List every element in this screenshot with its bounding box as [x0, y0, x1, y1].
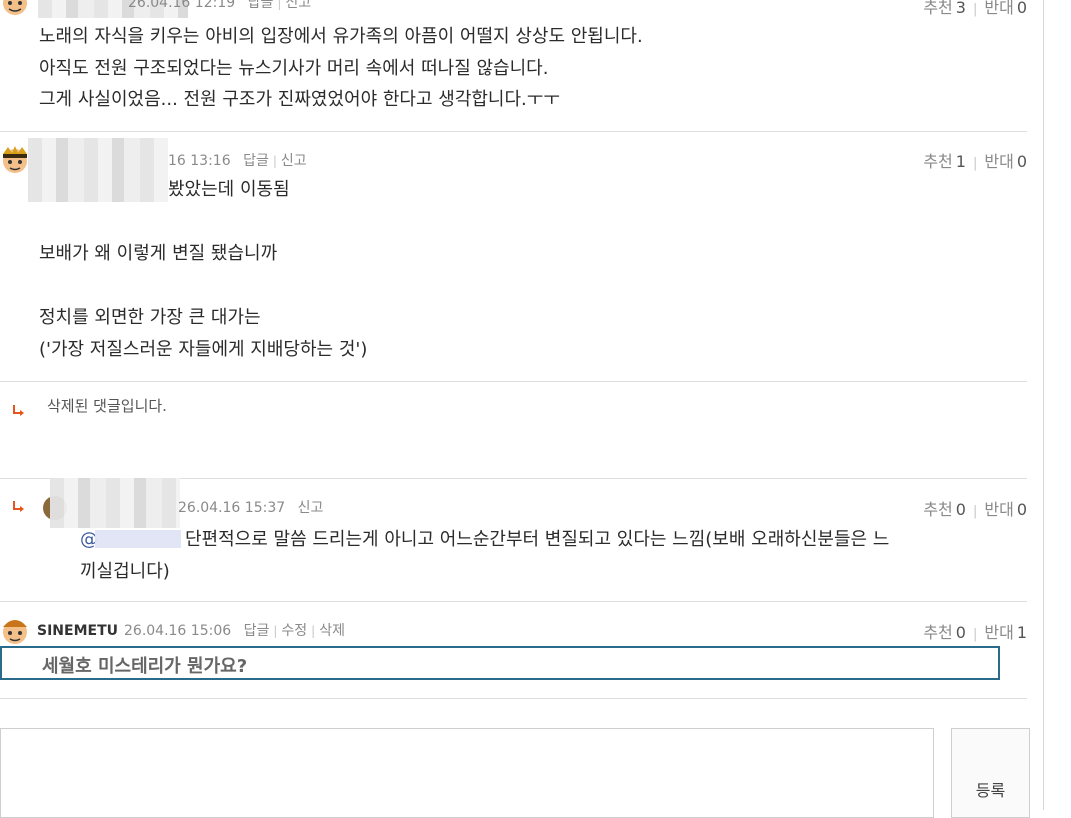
- comment-line: 끼실겁니다): [80, 561, 170, 582]
- comment-line: 아직도 전원 구조되었다는 뉴스기사가 머리 속에서 떠나질 않습니다.: [39, 57, 549, 79]
- upvote-button[interactable]: 추천 1: [923, 152, 966, 171]
- nickname[interactable]: SINEMETU: [37, 623, 118, 639]
- user-avatar-icon: [3, 146, 27, 173]
- vote-box: 추천 3 | 반대 0: [923, 0, 1027, 18]
- comment-divider: [0, 131, 1027, 132]
- comment-divider: [0, 381, 1027, 382]
- report-link[interactable]: 신고: [285, 0, 311, 11]
- downvote-button[interactable]: 반대 1: [984, 623, 1027, 642]
- comment-line: 정치를 외면한 가장 큰 대가는: [39, 307, 261, 328]
- report-link[interactable]: 신고: [298, 500, 324, 516]
- comment-divider: [0, 698, 1027, 699]
- upvote-button[interactable]: 추천 0: [923, 623, 966, 642]
- comment-date: 26.04.16 12:19: [128, 0, 236, 11]
- comment-body: 노래의 자식을 키우는 아비의 입장에서 유가족의 아픔이 어떨지 상상도 안됩…: [39, 21, 643, 116]
- upvote-label: 추천: [923, 500, 953, 519]
- separator: |: [972, 504, 978, 519]
- comment-meta: 26.04.16 15:37 신고: [178, 497, 323, 517]
- upvote-count: 3: [955, 0, 966, 17]
- upvote-count: 0: [955, 500, 966, 519]
- reply-link[interactable]: 답글: [243, 153, 269, 169]
- delete-link[interactable]: 삭제: [319, 623, 345, 639]
- upvote-label: 추천: [923, 152, 953, 171]
- comment-line: 그게 사실이었음... 전원 구조가 진짜였었어야 한다고 생각합니다.ㅜㅜ: [39, 89, 560, 110]
- separator: |: [272, 154, 277, 168]
- comment-text-highlighted: 세월호 미스테리가 뭔가요?: [0, 646, 1000, 680]
- comment-meta: 16 13:16 답글 | 신고: [168, 150, 307, 170]
- upvote-button[interactable]: 추천 0: [923, 500, 966, 519]
- upvote-count: 0: [955, 623, 966, 642]
- separator: |: [972, 156, 978, 171]
- report-link[interactable]: 신고: [281, 153, 307, 169]
- reply-arrow-icon: [13, 405, 24, 416]
- edit-link[interactable]: 수정: [281, 623, 307, 639]
- separator: |: [311, 624, 316, 638]
- downvote-label: 반대: [984, 500, 1014, 519]
- comment-line: 보배가 왜 이렇게 변질 됐습니까: [39, 243, 278, 264]
- downvote-label: 반대: [984, 623, 1014, 642]
- comment-write-textarea[interactable]: [0, 728, 934, 818]
- separator: |: [273, 624, 278, 638]
- downvote-label: 반대: [984, 152, 1014, 171]
- vote-box: 추천 0 | 반대 1: [923, 619, 1027, 643]
- downvote-count: 1: [1016, 623, 1027, 642]
- submit-button[interactable]: 등록: [951, 728, 1030, 818]
- downvote-count: 0: [1016, 0, 1027, 17]
- downvote-count: 0: [1016, 500, 1027, 519]
- blurred-nickname: [28, 138, 168, 202]
- upvote-label: 추천: [923, 0, 953, 17]
- reply-link[interactable]: 답글: [248, 0, 274, 11]
- comment-date: 16 13:16: [168, 153, 231, 169]
- blurred-mention: [95, 530, 181, 548]
- comment-line: ('가장 저질스러운 자들에게 지배당하는 것'): [39, 339, 368, 360]
- reply-arrow-icon: [13, 501, 24, 512]
- downvote-button[interactable]: 반대 0: [984, 152, 1027, 171]
- comment-line: 노래의 자식을 키우는 아비의 입장에서 유가족의 아픔이 어떨지 상상도 안됩…: [39, 26, 643, 47]
- comment-line: 봤았는데 이동됨: [168, 179, 290, 200]
- comment-meta: SINEMETU 26.04.16 15:06 답글 | 수정 | 삭제: [37, 620, 345, 640]
- separator: |: [972, 2, 978, 17]
- separator: |: [277, 0, 282, 10]
- comment-date: 26.04.16 15:37: [178, 500, 286, 516]
- blurred-nickname: [50, 478, 180, 528]
- vote-box: 추천 1 | 반대 0: [923, 148, 1027, 172]
- downvote-count: 0: [1016, 152, 1027, 171]
- upvote-label: 추천: [923, 623, 953, 642]
- separator: |: [972, 627, 978, 642]
- right-divider: [1043, 0, 1044, 810]
- user-avatar-icon: [3, 620, 27, 644]
- user-avatar-icon: [3, 0, 27, 15]
- deleted-comment-text: 삭제된 댓글입니다.: [47, 397, 167, 415]
- comment-meta: 26.04.16 12:19 답글 | 신고: [128, 0, 311, 12]
- upvote-button[interactable]: 추천 3: [923, 0, 966, 17]
- comment-divider: [0, 601, 1027, 602]
- comment-line: 단편적으로 말씀 드리는게 아니고 어느순간부터 변질되고 있다는 느낌(보배 …: [185, 529, 890, 550]
- downvote-button[interactable]: 반대 0: [984, 500, 1027, 519]
- downvote-label: 반대: [984, 0, 1014, 17]
- reply-link[interactable]: 답글: [244, 623, 270, 639]
- comment-date: 26.04.16 15:06: [124, 623, 232, 639]
- downvote-button[interactable]: 반대 0: [984, 0, 1027, 17]
- upvote-count: 1: [955, 152, 966, 171]
- vote-box: 추천 0 | 반대 0: [923, 496, 1027, 520]
